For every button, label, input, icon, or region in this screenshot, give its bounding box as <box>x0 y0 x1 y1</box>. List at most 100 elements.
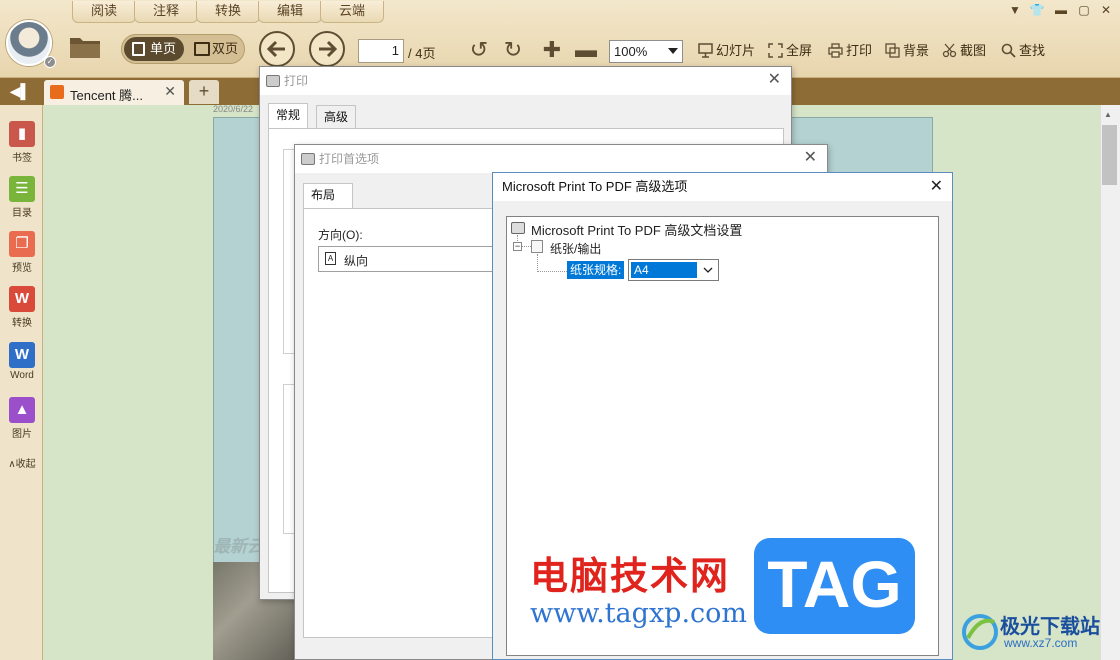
background-label: 背景 <box>903 43 930 58</box>
watermark-site-url: www.tagxp.com <box>530 598 748 629</box>
skin-icon[interactable]: 👕 <box>1029 3 1045 17</box>
double-page-label: 双页 <box>212 41 239 56</box>
close-tab-icon[interactable]: ✕ <box>164 83 176 100</box>
menu-tab-cloud[interactable]: 云端 <box>320 1 384 23</box>
open-folder-icon[interactable] <box>68 34 102 60</box>
print-label: 打印 <box>846 43 873 58</box>
zoom-select[interactable]: 100% <box>609 40 683 63</box>
close-icon[interactable]: ✕ <box>804 149 817 167</box>
left-sidebar: ▮ 书签 ☰ 目录 ❐ 预览 W 转换 W Word ▲ 图片 ∧收起 <box>0 105 43 660</box>
sidebar-item-label: 预览 <box>12 263 32 274</box>
sidebar-item-label: 目录 <box>12 208 32 219</box>
page-date-fragment: 2020/6/22 <box>213 104 254 114</box>
sidebar-item-label: 图片 <box>12 429 32 440</box>
vertical-scrollbar[interactable] <box>1100 105 1120 660</box>
word-icon: W <box>9 342 35 368</box>
background-button[interactable]: 背景 <box>885 42 929 60</box>
arrow-left-bar-icon: ◀▌ <box>9 83 31 99</box>
tree-connector <box>537 271 567 272</box>
close-window-icon[interactable]: ✕ <box>1098 3 1114 17</box>
bookmark-icon: ▮ <box>9 121 35 147</box>
prev-page-button[interactable] <box>259 31 295 67</box>
rotate-left-icon[interactable]: ↺ <box>467 38 491 62</box>
avatar-status-icon: ✓ <box>44 56 56 68</box>
close-icon[interactable]: ✕ <box>930 178 943 196</box>
fullscreen-label: 全屏 <box>786 43 813 58</box>
tree-node-label[interactable]: 纸张/输出 <box>550 240 601 257</box>
preview-icon: ❐ <box>9 231 35 257</box>
corner-brand-name: 极光下载站 <box>1000 616 1100 638</box>
scrollbar-thumb[interactable] <box>1102 125 1117 185</box>
sidebar-item-preview[interactable]: ❐ 预览 <box>4 231 40 274</box>
sidebar-item-label: 书签 <box>12 153 32 164</box>
paper-size-label[interactable]: 纸张规格: <box>567 261 625 279</box>
printer-icon <box>266 75 280 87</box>
tab-general[interactable]: 常规 <box>268 103 309 129</box>
fullscreen-button[interactable]: 全屏 <box>768 42 812 60</box>
orientation-value: 纵向 <box>344 254 369 268</box>
orientation-label: 方向(O): <box>318 228 363 242</box>
sidebar-item-images[interactable]: ▲ 图片 <box>4 397 40 440</box>
double-page-button[interactable]: 双页 <box>186 37 244 61</box>
preferences-dialog-title: 打印首选项 <box>319 152 380 166</box>
watermark-site-name: 电脑技术网 <box>530 554 731 598</box>
screenshot-label: 截图 <box>960 43 987 58</box>
menu-tab-read[interactable]: 阅读 <box>72 1 136 23</box>
advanced-dialog-titlebar: Microsoft Print To PDF 高级选项 ✕ <box>493 173 952 201</box>
printer-icon <box>511 222 525 234</box>
slideshow-label: 幻灯片 <box>716 43 756 58</box>
close-icon[interactable]: ✕ <box>768 71 781 89</box>
tree-root-label[interactable]: Microsoft Print To PDF 高级文档设置 <box>531 220 742 239</box>
sidebar-item-label: Word <box>10 370 34 381</box>
tree-collapse-icon[interactable]: − <box>513 242 522 251</box>
orientation-select[interactable]: A 纵向 <box>318 246 498 272</box>
menu-tab-annotate[interactable]: 注释 <box>134 1 198 23</box>
preferences-dialog-titlebar: 打印首选项 ✕ <box>295 145 827 173</box>
scroll-up-icon[interactable]: ▲ <box>1104 110 1112 119</box>
tree-connector <box>537 254 538 272</box>
print-button[interactable]: 打印 <box>828 42 872 60</box>
page-text-fragment: 最新云 <box>213 537 264 556</box>
sidebar-item-word[interactable]: W Word <box>4 342 40 381</box>
watermark-tag-badge: TAG <box>754 538 915 634</box>
document-tab[interactable]: Tencent 腾... ✕ <box>44 80 184 105</box>
menu-dropdown-icon[interactable]: ▼ <box>1007 3 1023 17</box>
page-number-input[interactable]: 1 <box>358 39 404 63</box>
corner-brand-url: www.xz7.com <box>1004 636 1078 650</box>
maximize-icon[interactable]: ▢ <box>1076 3 1092 17</box>
tree-connector <box>522 246 531 247</box>
single-page-button[interactable]: 单页 <box>124 37 184 61</box>
screenshot-button[interactable]: 截图 <box>942 42 986 60</box>
printer-icon <box>828 43 843 58</box>
collapse-panel-button[interactable]: ◀▌ <box>4 80 36 103</box>
aurora-logo-icon <box>962 614 998 650</box>
paper-size-select[interactable]: A4 <box>628 259 719 281</box>
sidebar-item-toc[interactable]: ☰ 目录 <box>4 176 40 219</box>
print-dialog-titlebar: 打印 ✕ <box>260 67 791 95</box>
zoom-in-icon[interactable]: ✚ <box>540 38 564 62</box>
background-icon <box>885 43 900 58</box>
find-button[interactable]: 查找 <box>1001 42 1045 60</box>
document-tab-label: Tencent 腾... <box>70 88 143 103</box>
pdf-convert-icon: W <box>9 286 35 312</box>
sidebar-item-convert[interactable]: W 转换 <box>4 286 40 329</box>
new-tab-button[interactable]: + <box>189 80 219 104</box>
next-page-button[interactable] <box>309 31 345 67</box>
menu-tab-edit[interactable]: 编辑 <box>258 1 322 23</box>
print-dialog-title: 打印 <box>284 74 309 88</box>
tab-advanced[interactable]: 高级 <box>316 105 357 129</box>
chevron-down-icon <box>703 267 713 273</box>
zoom-out-icon[interactable]: ▬ <box>574 38 598 62</box>
minimize-icon[interactable]: ▬ <box>1053 3 1069 17</box>
portrait-icon: A <box>325 252 336 265</box>
menu-tab-convert[interactable]: 转换 <box>196 1 260 23</box>
document-favicon-icon <box>50 85 64 99</box>
tab-layout[interactable]: 布局 <box>303 183 353 209</box>
advanced-dialog-title: Microsoft Print To PDF 高级选项 <box>502 179 688 194</box>
sidebar-collapse-button[interactable]: ∧收起 <box>4 455 40 470</box>
arrow-right-icon <box>319 40 338 58</box>
rotate-right-icon[interactable]: ↻ <box>501 38 525 62</box>
slideshow-button[interactable]: 幻灯片 <box>698 42 755 60</box>
image-icon: ▲ <box>9 397 35 423</box>
sidebar-item-bookmarks[interactable]: ▮ 书签 <box>4 121 40 164</box>
